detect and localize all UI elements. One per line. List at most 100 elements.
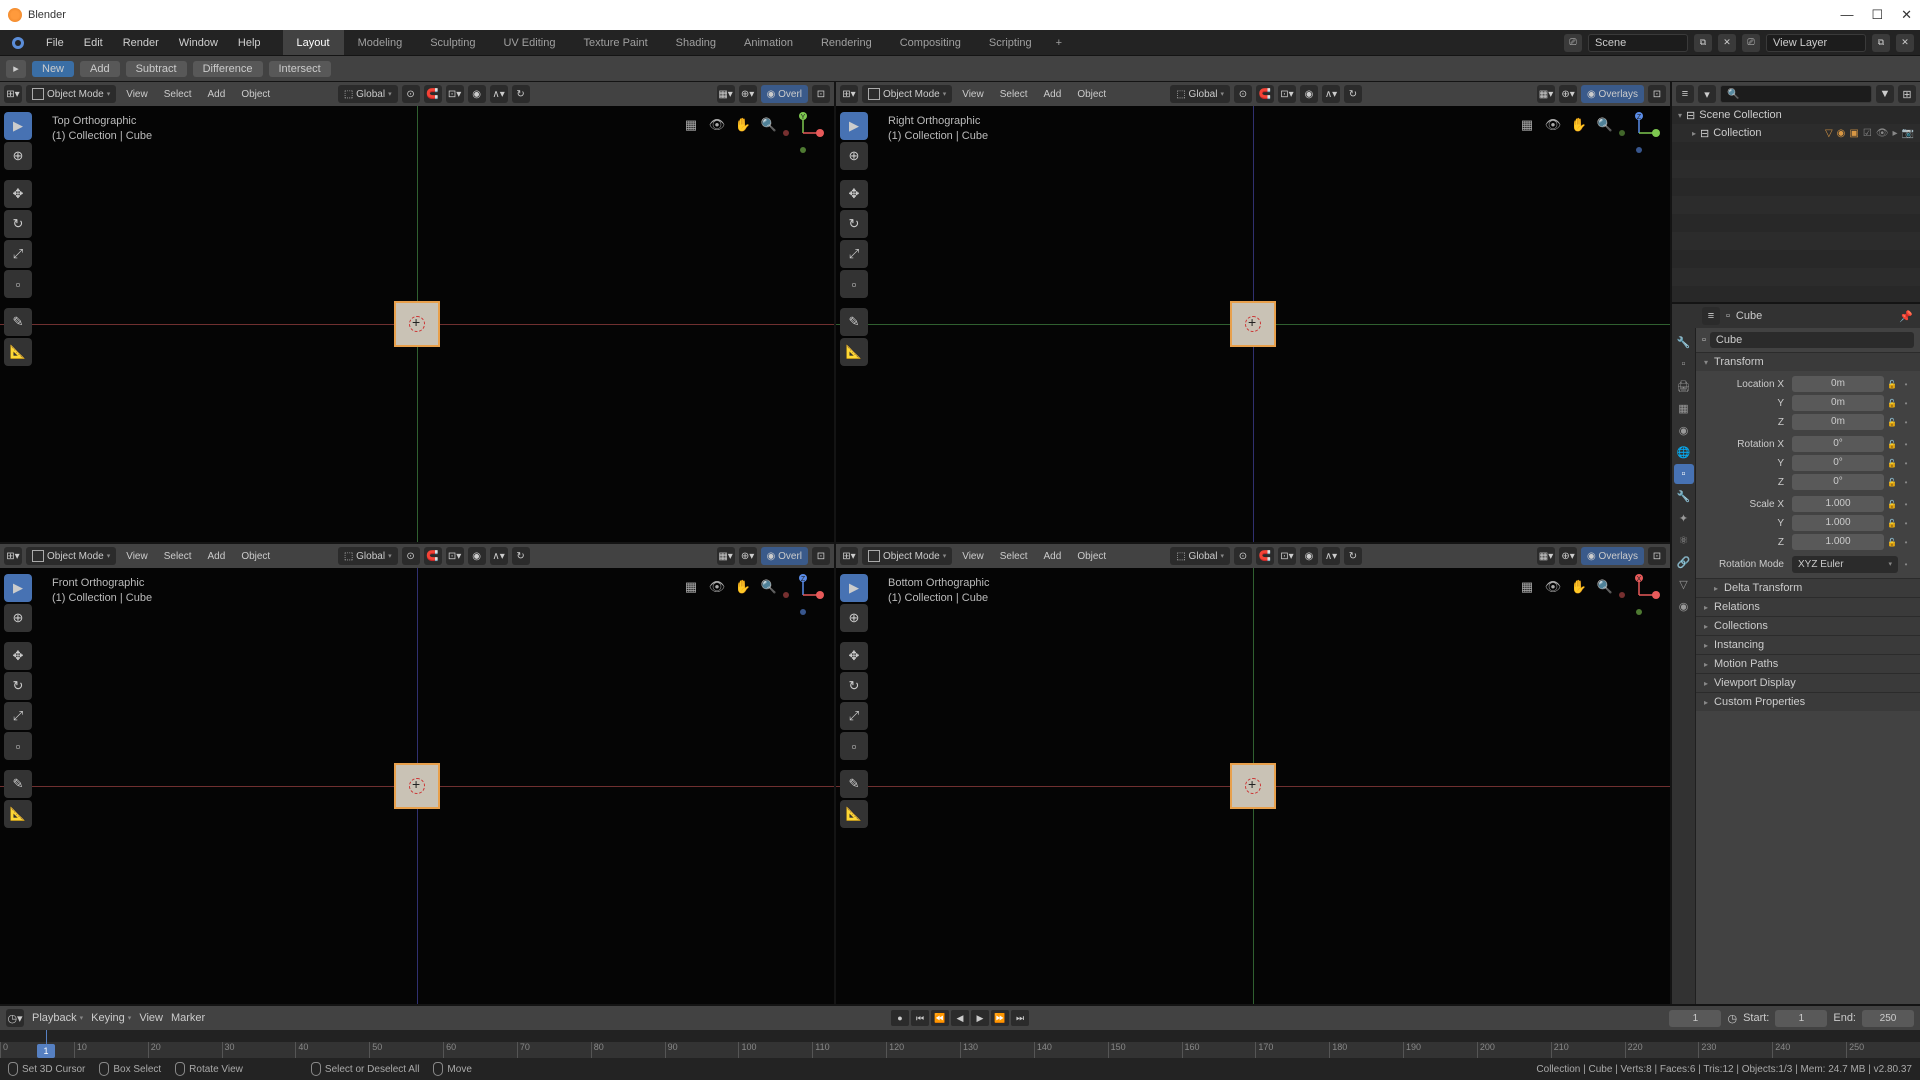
panel-collections-header[interactable]: ▸Collections xyxy=(1696,616,1920,635)
proportional-edit-icon[interactable]: ◉ xyxy=(1300,547,1318,565)
scene-browse-icon[interactable]: ⎚ xyxy=(1564,34,1582,52)
lock-icon[interactable]: 🔓 xyxy=(1886,418,1898,427)
camera-view-icon[interactable]: 👁 xyxy=(708,116,726,134)
panel-transform-header[interactable]: ▾Transform xyxy=(1696,352,1920,371)
close-button[interactable]: ✕ xyxy=(1901,7,1912,23)
editor-type-icon[interactable]: ⊞▾ xyxy=(840,85,858,103)
annotate-tool[interactable]: ✎ xyxy=(840,770,868,798)
pan-icon[interactable]: ✋ xyxy=(1570,578,1588,596)
cursor-tool[interactable]: ⊕ xyxy=(840,604,868,632)
zoom-icon[interactable]: 🔍 xyxy=(1596,578,1614,596)
xray-icon[interactable]: ⊡ xyxy=(812,547,830,565)
location-z-input[interactable]: 0m xyxy=(1792,414,1884,430)
move-tool[interactable]: ✥ xyxy=(4,180,32,208)
move-tool[interactable]: ✥ xyxy=(4,642,32,670)
cube-object[interactable] xyxy=(394,301,440,347)
lock-icon[interactable]: 🔓 xyxy=(1886,459,1898,468)
keying-menu[interactable]: Keying▾ xyxy=(91,1012,131,1024)
preview-range-toggle[interactable]: ◷ xyxy=(1727,1012,1737,1025)
boolean-difference-button[interactable]: Difference xyxy=(193,61,263,77)
mode-select[interactable]: Object Mode ▾ xyxy=(26,547,116,565)
rotate-tool[interactable]: ↻ xyxy=(4,672,32,700)
play-button[interactable]: ▶ xyxy=(971,1010,989,1026)
scale-x-input[interactable]: 1.000 xyxy=(1792,496,1884,512)
grid-icon[interactable]: ▦ xyxy=(682,116,700,134)
orientation-select[interactable]: ⬚ Global ▾ xyxy=(338,547,398,565)
boolean-add-button[interactable]: Add xyxy=(80,61,120,77)
overlays-toggle[interactable]: ◉ Overlays xyxy=(1581,547,1644,565)
location-x-input[interactable]: 0m xyxy=(1792,376,1884,392)
measure-tool[interactable]: 📐 xyxy=(840,800,868,828)
prop-tab-object[interactable]: ▫ xyxy=(1674,464,1694,484)
prop-tab-scene[interactable]: ◉ xyxy=(1674,420,1694,440)
workspace-layout[interactable]: Layout xyxy=(283,30,344,55)
proportional-falloff-icon[interactable]: ∧▾ xyxy=(490,547,508,565)
measure-tool[interactable]: 📐 xyxy=(4,800,32,828)
workspace-compositing[interactable]: Compositing xyxy=(886,30,975,55)
prop-tab-tool[interactable]: 🔧 xyxy=(1674,332,1694,352)
select-box-tool[interactable]: ▶ xyxy=(840,574,868,602)
snap-type-icon[interactable]: ⊡▾ xyxy=(1278,547,1296,565)
cursor-tool[interactable]: ⊕ xyxy=(4,604,32,632)
grid-icon[interactable]: ▦ xyxy=(1518,116,1536,134)
select-menu[interactable]: Select xyxy=(994,551,1034,562)
boolean-subtract-button[interactable]: Subtract xyxy=(126,61,187,77)
workspace-add-button[interactable]: + xyxy=(1046,30,1072,55)
timeline-playhead[interactable]: 1 xyxy=(46,1030,47,1058)
outliner-search-input[interactable]: 🔍 xyxy=(1720,85,1872,103)
workspace-animation[interactable]: Animation xyxy=(730,30,807,55)
panel-delta-transform-header[interactable]: ▸Delta Transform xyxy=(1696,578,1920,597)
zoom-icon[interactable]: 🔍 xyxy=(760,116,778,134)
viewlayer-delete-button[interactable]: ✕ xyxy=(1896,34,1914,52)
lock-icon[interactable]: 🔓 xyxy=(1886,440,1898,449)
playback-menu[interactable]: Playback▾ xyxy=(32,1012,83,1024)
rotate-tool[interactable]: ↻ xyxy=(840,210,868,238)
rotate-tool[interactable]: ↻ xyxy=(4,210,32,238)
prop-tab-viewlayer[interactable]: ▦ xyxy=(1674,398,1694,418)
exclude-checkbox[interactable]: ☑ xyxy=(1863,128,1872,139)
navigation-gizmo[interactable]: X xyxy=(1618,574,1660,616)
transform-tool[interactable]: ▫ xyxy=(4,270,32,298)
workspace-texture-paint[interactable]: Texture Paint xyxy=(569,30,661,55)
camera-view-icon[interactable]: 👁 xyxy=(708,578,726,596)
start-frame-input[interactable]: 1 xyxy=(1775,1010,1827,1027)
timeline-marker-menu[interactable]: Marker xyxy=(171,1012,205,1024)
object-types-visibility-icon[interactable]: ▦▾ xyxy=(1537,85,1555,103)
panel-custom-properties-header[interactable]: ▸Custom Properties xyxy=(1696,692,1920,711)
object-menu[interactable]: Object xyxy=(235,89,276,100)
prop-tab-constraints[interactable]: 🔗 xyxy=(1674,552,1694,572)
view-menu[interactable]: View xyxy=(120,551,154,562)
add-menu[interactable]: Add xyxy=(202,89,232,100)
prop-tab-modifiers[interactable]: 🔧 xyxy=(1674,486,1694,506)
xray-icon[interactable]: ⊡ xyxy=(1648,85,1666,103)
pivot-icon[interactable]: ⊙ xyxy=(1234,547,1252,565)
measure-tool[interactable]: 📐 xyxy=(4,338,32,366)
app-icon[interactable] xyxy=(8,33,28,53)
pivot-icon[interactable]: ⊙ xyxy=(402,547,420,565)
scale-tool[interactable]: ⤢ xyxy=(840,240,868,268)
transform-tool[interactable]: ▫ xyxy=(840,270,868,298)
xray-icon[interactable]: ⊡ xyxy=(812,85,830,103)
snap-toggle-icon[interactable]: 🧲 xyxy=(424,85,442,103)
lock-icon[interactable]: 🔓 xyxy=(1886,399,1898,408)
object-types-visibility-icon[interactable]: ▦▾ xyxy=(1537,547,1555,565)
proportional-falloff-icon[interactable]: ∧▾ xyxy=(1322,85,1340,103)
lock-icon[interactable]: 🔓 xyxy=(1886,478,1898,487)
orientation-select[interactable]: ⬚ Global ▾ xyxy=(338,85,398,103)
prop-tab-physics[interactable]: ⚛ xyxy=(1674,530,1694,550)
navigation-gizmo[interactable]: Z xyxy=(782,574,824,616)
prop-tab-world[interactable]: 🌐 xyxy=(1674,442,1694,462)
properties-editor-type-icon[interactable]: ≡ xyxy=(1702,307,1720,325)
lock-icon[interactable]: 🔓 xyxy=(1886,500,1898,509)
grid-icon[interactable]: ▦ xyxy=(1518,578,1536,596)
overlays-toggle[interactable]: ◉ Overl xyxy=(761,85,808,103)
zoom-icon[interactable]: 🔍 xyxy=(760,578,778,596)
snap-toggle-icon[interactable]: 🧲 xyxy=(424,547,442,565)
pivot-icon[interactable]: ⊙ xyxy=(402,85,420,103)
select-box-tool[interactable]: ▶ xyxy=(4,112,32,140)
editor-type-icon[interactable]: ⊞▾ xyxy=(840,547,858,565)
view-menu[interactable]: View xyxy=(120,89,154,100)
mode-select[interactable]: Object Mode ▾ xyxy=(862,547,952,565)
viewport-canvas[interactable]: ▶ ⊕ ✥ ↻ ⤢ ▫ ✎ 📐 Top Orthographic (1) Col… xyxy=(0,106,834,542)
gizmo-toggle-icon[interactable]: ⊕▾ xyxy=(739,85,757,103)
